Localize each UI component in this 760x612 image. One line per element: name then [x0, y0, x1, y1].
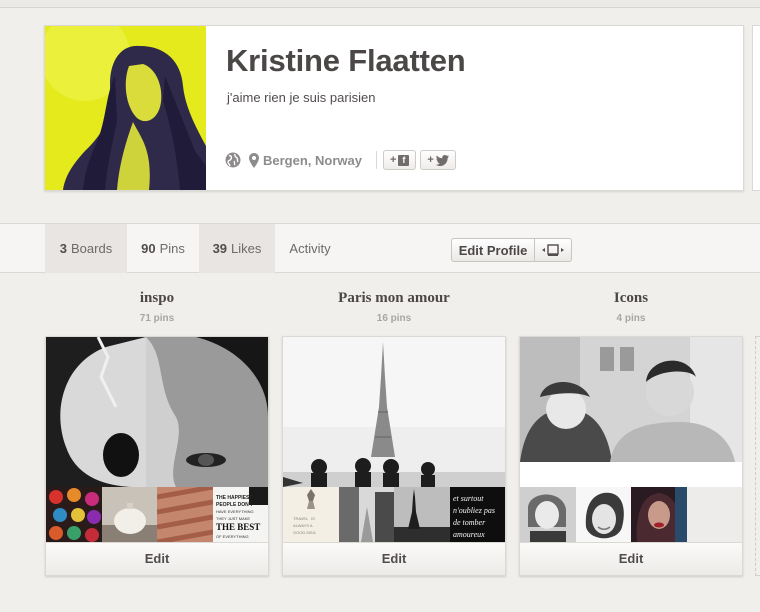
- board-title[interactable]: Paris mon amour: [282, 290, 506, 310]
- location-pin-icon: [249, 152, 259, 168]
- board-icons: Icons 4 pins Edit: [519, 290, 743, 576]
- meta-divider: [375, 151, 377, 169]
- thumb-text: TRAVEL: [293, 516, 309, 521]
- quote-line: PEOPLE DON'T: [216, 502, 253, 508]
- board-thumb[interactable]: [575, 487, 631, 542]
- tab-likes-label: Likes: [231, 241, 262, 256]
- adjacent-card-edge: [752, 25, 760, 191]
- board-thumb[interactable]: [338, 487, 394, 542]
- profile-avatar[interactable]: [45, 26, 206, 190]
- tab-activity-label: Activity: [289, 241, 331, 256]
- board-thumb[interactable]: TRAVEL IS ALWAYS A GOOD IDEA: [283, 487, 339, 542]
- board-cover-image[interactable]: [283, 337, 505, 487]
- profile-name: Kristine Flaatten: [226, 43, 466, 78]
- tab-likes-count: 39: [212, 241, 228, 256]
- board-edit-button[interactable]: Edit: [520, 542, 742, 575]
- board-card[interactable]: THE HAPPIEST PEOPLE DON'T HAVE EVERYTHIN…: [45, 336, 269, 576]
- board-thumb-empty: [687, 487, 743, 542]
- profile-tabbar: 3 Boards 90 Pins 39 Likes Activity Edit …: [0, 223, 760, 273]
- board-thumb[interactable]: THE HAPPIEST PEOPLE DON'T HAVE EVERYTHIN…: [212, 487, 268, 542]
- share-facebook-label: +: [389, 154, 397, 166]
- board-thumbnails: TRAVEL IS ALWAYS A GOOD IDEA et surtout …: [283, 487, 505, 542]
- profile-layout-button[interactable]: [535, 238, 572, 262]
- board-thumb[interactable]: [101, 487, 157, 542]
- quote-line: THEY JUST MAKE: [216, 516, 250, 521]
- quote-line: de tomber: [453, 518, 486, 527]
- tab-boards-label: Boards: [71, 241, 113, 256]
- thumb-text: IS: [311, 516, 315, 521]
- tab-boards[interactable]: 3 Boards: [45, 224, 127, 273]
- board-edit-button[interactable]: Edit: [283, 542, 505, 575]
- board-inspo: inspo 71 pins THE HAPPIEST PEOPLE DON'T …: [45, 290, 269, 576]
- twitter-icon: [435, 154, 449, 166]
- edit-profile-button[interactable]: Edit Profile: [451, 238, 535, 262]
- tab-pins-label: Pins: [159, 241, 185, 256]
- share-facebook-button[interactable]: + f: [382, 150, 417, 170]
- board-pin-count: 71 pins: [139, 313, 175, 324]
- board-thumb[interactable]: [631, 487, 687, 542]
- profile-card: Kristine Flaatten j'aime rien je suis pa…: [44, 25, 744, 191]
- profile-location[interactable]: Bergen, Norway: [263, 153, 362, 168]
- board-thumb[interactable]: [46, 487, 102, 542]
- board-thumb[interactable]: et surtout n'oubliez pas de tomber amour…: [449, 487, 505, 542]
- globe-icon[interactable]: [225, 152, 241, 168]
- board-cover-image[interactable]: [520, 337, 742, 487]
- thumb-text: ALWAYS A: [293, 523, 313, 528]
- tab-pins[interactable]: 90 Pins: [127, 224, 199, 273]
- board-thumb[interactable]: [157, 487, 213, 542]
- board-thumbnails: THE HAPPIEST PEOPLE DON'T HAVE EVERYTHIN…: [46, 487, 268, 542]
- profile-bio: j'aime rien je suis parisien: [227, 90, 376, 105]
- facebook-icon: f: [398, 154, 410, 166]
- board-cover-image[interactable]: [46, 337, 268, 487]
- board-pin-count: 16 pins: [376, 313, 412, 324]
- board-paris-mon-amour: Paris mon amour 16 pins TRAVEL IS ALWAYS…: [282, 290, 506, 576]
- board-card[interactable]: TRAVEL IS ALWAYS A GOOD IDEA et surtout …: [282, 336, 506, 576]
- tab-boards-count: 3: [59, 241, 68, 256]
- board-pin-count: 4 pins: [616, 313, 646, 324]
- quote-line: OF EVERYTHING: [216, 534, 249, 539]
- quote-line: HAVE EVERYTHING: [216, 509, 254, 514]
- board-title[interactable]: Icons: [519, 290, 743, 310]
- thumb-text: GOOD IDEA: [293, 530, 316, 535]
- tab-activity[interactable]: Activity: [276, 224, 344, 273]
- board-card[interactable]: Edit: [519, 336, 743, 576]
- board-edit-button[interactable]: Edit: [46, 542, 268, 575]
- tab-pins-count: 90: [141, 241, 156, 256]
- quote-line: amoureux: [453, 530, 485, 539]
- quote-line: THE HAPPIEST: [216, 495, 252, 501]
- window-arrows-icon: [542, 244, 564, 256]
- board-title[interactable]: inspo: [45, 290, 269, 310]
- add-board-placeholder[interactable]: [755, 336, 760, 576]
- quote-line: et surtout: [453, 494, 484, 503]
- tab-likes[interactable]: 39 Likes: [199, 224, 275, 273]
- quote-line: n'oubliez pas: [453, 506, 495, 515]
- share-twitter-button[interactable]: +: [420, 150, 456, 170]
- profile-meta-row: Bergen, Norway + f +: [225, 150, 460, 170]
- share-twitter-label: +: [427, 154, 434, 166]
- top-divider: [0, 0, 760, 8]
- board-thumbnails: [520, 487, 742, 542]
- quote-line: THE BEST: [216, 522, 260, 532]
- board-thumb[interactable]: [394, 487, 450, 542]
- board-thumb[interactable]: [520, 487, 576, 542]
